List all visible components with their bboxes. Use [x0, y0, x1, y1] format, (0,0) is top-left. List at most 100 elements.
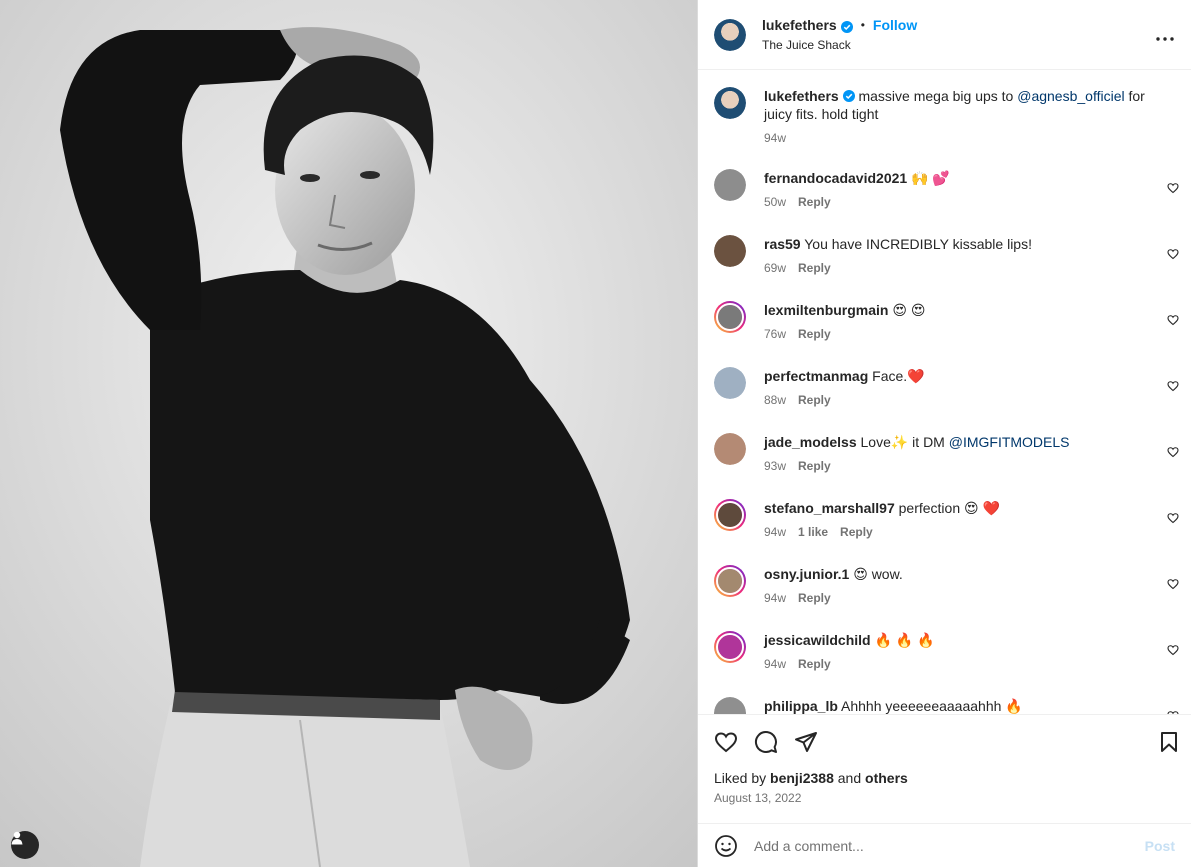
liked-by-prefix: Liked by	[714, 770, 767, 786]
comment-like-heart-icon[interactable]	[1167, 181, 1179, 194]
caption-text: massive mega big ups to	[858, 88, 1014, 104]
post-image	[0, 0, 697, 867]
comment-like-heart-icon[interactable]	[1167, 313, 1179, 326]
commenter-avatar[interactable]	[714, 631, 746, 663]
comment-row: osny.junior.1 😍 wow. 94w Reply	[698, 553, 1191, 619]
comment-text: 🙌 💕	[911, 170, 950, 186]
comment-time[interactable]: 76w	[764, 327, 786, 341]
separator-dot: •	[860, 17, 865, 32]
post-comment-button[interactable]: Post	[1145, 838, 1175, 854]
comment-time[interactable]: 50w	[764, 195, 786, 209]
caption-mention[interactable]: @agnesb_officiel	[1017, 88, 1124, 104]
user-tag-button[interactable]	[11, 831, 39, 859]
reply-button[interactable]: Reply	[798, 393, 831, 407]
comment-row: fernandocadavid2021 🙌 💕 50w Reply	[698, 157, 1191, 223]
comment-text: Love✨ it DM	[860, 434, 945, 450]
smiley-icon	[714, 834, 738, 861]
comment-row: jade_modelss Love✨ it DM @IMGFITMODELS 93…	[698, 421, 1191, 487]
commenter-avatar[interactable]	[714, 169, 746, 201]
author-avatar[interactable]	[714, 18, 746, 51]
comment-text: Ahhhh yeeeeeeaaaaahhh 🔥	[841, 698, 1023, 714]
comment-time[interactable]: 94w	[764, 591, 786, 605]
comment-row: philippa_lb Ahhhh yeeeeeeaaaaahhh 🔥	[698, 685, 1191, 714]
comment-text: 🔥 🔥 🔥	[874, 632, 935, 648]
liked-by-others[interactable]: others	[865, 770, 908, 786]
reply-button[interactable]: Reply	[798, 327, 831, 341]
reply-button[interactable]: Reply	[798, 591, 831, 605]
commenter-username[interactable]: jade_modelss	[764, 434, 857, 450]
emoji-button[interactable]	[714, 834, 738, 858]
reply-button[interactable]: Reply	[798, 195, 831, 209]
commenter-username[interactable]: lexmiltenburgmain	[764, 302, 888, 318]
caption-author-username[interactable]: lukefethers	[764, 88, 839, 104]
comment-icon	[754, 731, 778, 757]
commenter-username[interactable]: perfectmanmag	[764, 368, 868, 384]
bookmark-icon	[1157, 732, 1181, 757]
author-username[interactable]: lukefethers	[762, 16, 837, 34]
comment-row: ras59 You have INCREDIBLY kissable lips!…	[698, 223, 1191, 289]
commenter-username[interactable]: stefano_marshall97	[764, 500, 895, 516]
heart-icon	[714, 732, 738, 757]
reply-button[interactable]: Reply	[798, 459, 831, 473]
commenter-username[interactable]: philippa_lb	[764, 698, 838, 714]
post-header: lukefethers • Follow The Juice Shack	[698, 0, 1191, 70]
commenter-avatar[interactable]	[714, 433, 746, 465]
commenter-avatar[interactable]	[714, 235, 746, 267]
post-location[interactable]: The Juice Shack	[762, 36, 917, 54]
comment-text: 😍 😍	[892, 302, 926, 318]
follow-button[interactable]: Follow	[873, 16, 917, 34]
comment-time[interactable]: 88w	[764, 393, 786, 407]
comment-text: Face.❤️	[872, 368, 925, 384]
share-button[interactable]	[794, 730, 818, 754]
verified-badge-icon	[840, 19, 853, 33]
commenter-username[interactable]: fernandocadavid2021	[764, 170, 907, 186]
caption-author-avatar[interactable]	[714, 87, 746, 119]
comment-like-heart-icon[interactable]	[1167, 643, 1179, 656]
save-button[interactable]	[1157, 730, 1181, 754]
reply-button[interactable]: Reply	[840, 525, 873, 539]
comment-input[interactable]	[754, 837, 1145, 854]
comment-mention[interactable]: @IMGFITMODELS	[949, 434, 1070, 450]
comment-like-heart-icon[interactable]	[1167, 247, 1179, 260]
comment-time[interactable]: 69w	[764, 261, 786, 275]
comment-like-heart-icon[interactable]	[1167, 511, 1179, 524]
comment-row: lexmiltenburgmain 😍 😍 76w Reply	[698, 289, 1191, 355]
commenter-avatar[interactable]	[714, 367, 746, 399]
likes-summary: Liked by benji2388 and others	[714, 770, 908, 786]
comment-likes[interactable]: 1 like	[798, 525, 828, 539]
comment-like-heart-icon[interactable]	[1167, 445, 1179, 458]
comment-time[interactable]: 94w	[764, 525, 786, 539]
comment-time[interactable]: 93w	[764, 459, 786, 473]
reply-button[interactable]: Reply	[798, 261, 831, 275]
post-photo[interactable]	[0, 0, 697, 867]
comment-row: stefano_marshall97 perfection 😍 ❤️ 94w 1 l…	[698, 487, 1191, 553]
verified-badge-icon	[842, 88, 855, 102]
liked-by-user[interactable]: benji2388	[770, 770, 834, 786]
reply-button[interactable]: Reply	[798, 657, 831, 671]
more-horizontal-icon	[1156, 28, 1174, 44]
more-options-button[interactable]	[1153, 24, 1177, 48]
comment-text: You have INCREDIBLY kissable lips!	[804, 236, 1032, 252]
commenter-avatar[interactable]	[714, 697, 746, 714]
commenter-username[interactable]: ras59	[764, 236, 801, 252]
caption-time[interactable]: 94w	[764, 131, 786, 145]
comment-like-heart-icon[interactable]	[1167, 379, 1179, 392]
action-bar	[698, 714, 1191, 778]
post-details-panel: lukefethers • Follow The Juice Shack luk…	[697, 0, 1191, 867]
post-date[interactable]: August 13, 2022	[714, 791, 801, 805]
comments-list[interactable]: lukefethers massive mega big ups to @agn…	[698, 71, 1191, 714]
commenter-avatar[interactable]	[714, 301, 746, 333]
add-comment-bar: Post	[698, 823, 1191, 867]
commenter-avatar[interactable]	[714, 565, 746, 597]
paper-plane-icon	[794, 732, 818, 757]
commenter-username[interactable]: osny.junior.1	[764, 566, 849, 582]
comment-like-heart-icon[interactable]	[1167, 577, 1179, 590]
comment-text: 😍 wow.	[853, 566, 903, 582]
like-button[interactable]	[714, 730, 738, 754]
commenter-username[interactable]: jessicawildchild	[764, 632, 871, 648]
commenter-avatar[interactable]	[714, 499, 746, 531]
comment-time[interactable]: 94w	[764, 657, 786, 671]
caption: lukefethers massive mega big ups to @agn…	[698, 71, 1191, 157]
comment-row: perfectmanmag Face.❤️ 88w Reply	[698, 355, 1191, 421]
comment-button[interactable]	[754, 730, 778, 754]
